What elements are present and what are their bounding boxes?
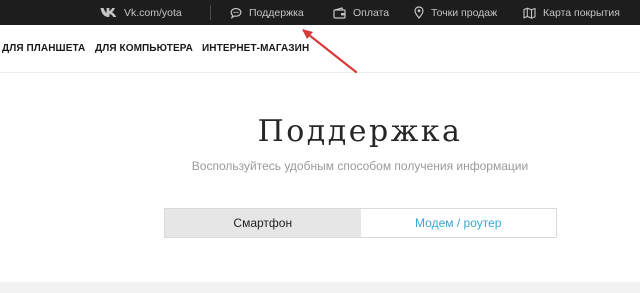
map-icon <box>523 7 536 19</box>
support-link[interactable]: Поддержка <box>230 0 304 25</box>
sales-points-label: Точки продаж <box>431 6 498 19</box>
page-title: Поддержка <box>257 114 463 149</box>
chat-bubble-icon <box>230 7 242 19</box>
payment-label: Оплата <box>353 6 390 19</box>
nav-item-computer[interactable]: ДЛЯ КОМПЬЮТЕРА <box>95 43 193 54</box>
location-pin-icon <box>414 6 424 19</box>
tab-smartphone[interactable]: Смартфон <box>165 209 361 237</box>
sales-points-link[interactable]: Точки продаж <box>414 0 497 25</box>
coverage-map-label: Карта покрытия <box>543 6 620 19</box>
payment-link[interactable]: Оплата <box>333 0 389 25</box>
wallet-icon <box>333 6 346 19</box>
footer-strip <box>0 282 640 293</box>
coverage-map-link[interactable]: Карта покрытия <box>523 0 620 25</box>
vk-link[interactable]: Vk.com/yota <box>100 0 182 25</box>
vk-logo-icon <box>100 7 117 18</box>
page-subtitle: Воспользуйтесь удобным способом получени… <box>191 159 529 173</box>
top-bar: Vk.com/yota Поддержка Оплата Точки прода… <box>0 0 640 25</box>
divider <box>210 5 211 20</box>
nav-item-tablet[interactable]: ДЛЯ ПЛАНШЕТА <box>2 43 85 54</box>
tab-modem-router[interactable]: Модем / роутер <box>360 209 556 237</box>
main-nav: ДЛЯ ПЛАНШЕТА ДЛЯ КОМПЬЮТЕРА ИНТЕРНЕТ-МАГ… <box>0 25 640 73</box>
device-tabs: Смартфон Модем / роутер <box>164 208 557 238</box>
vk-label: Vk.com/yota <box>124 6 182 19</box>
nav-item-shop[interactable]: ИНТЕРНЕТ-МАГАЗИН <box>202 43 309 54</box>
support-label: Поддержка <box>249 6 304 19</box>
